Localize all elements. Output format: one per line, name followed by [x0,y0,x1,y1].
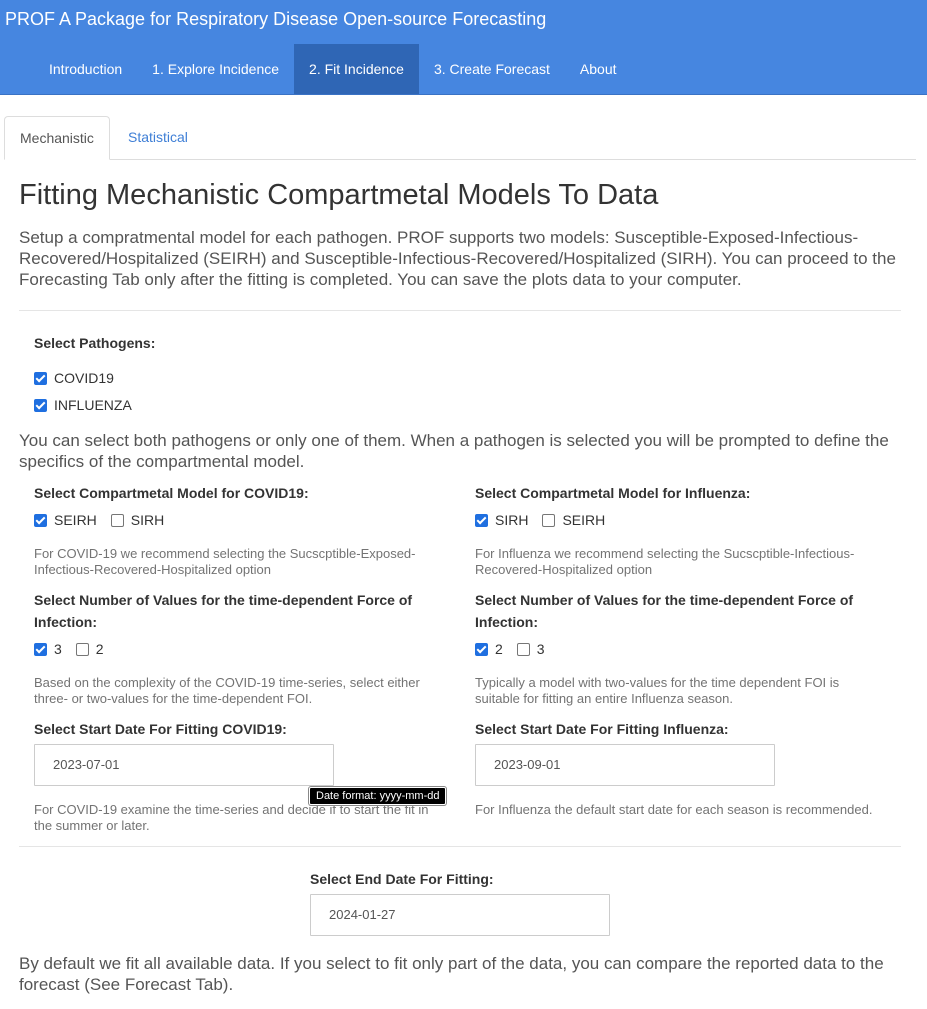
checkbox-2[interactable] [475,642,488,656]
covid-foi-option-2[interactable]: 2 [75,641,104,657]
nav-create-forecast[interactable]: 3. Create Forecast [419,44,565,94]
checkbox-covid19[interactable] [34,371,47,385]
end-date-note: By default we fit all available data. If… [19,954,884,994]
covid-option-sirh[interactable]: SIRH [110,512,165,528]
main-nav: Introduction 1. Explore Incidence 2. Fit… [34,44,632,94]
pathogen-option-influenza[interactable]: INFLUENZA [34,397,132,413]
flu-model-label: Select Compartmetal Model for Influenza: [475,485,751,501]
nav-explore-incidence[interactable]: 1. Explore Incidence [137,44,294,94]
checkbox-label: SEIRH [54,512,97,528]
pathogens-label: Select Pathogens: [34,335,156,351]
app-header: PROF A Package for Respiratory Disease O… [0,0,927,95]
flu-option-seirh[interactable]: SEIRH [542,512,605,528]
covid-option-seirh[interactable]: SEIRH [34,512,97,528]
checkbox-seirh[interactable] [34,513,47,527]
covid-model-label: Select Compartmetal Model for COVID19: [34,485,309,501]
date-format-tooltip: Date format: yyyy-mm-dd [309,787,447,805]
flu-start-help: For Influenza the default start date for… [475,802,873,817]
checkbox-3[interactable] [516,642,530,656]
divider [19,310,901,311]
page-title: Fitting Mechanistic Compartmetal Models … [19,179,659,211]
end-date-label: Select End Date For Fitting: [310,871,494,887]
pathogen-option-covid19[interactable]: COVID19 [34,370,114,386]
flu-start-label: Select Start Date For Fitting Influenza: [475,721,729,737]
checkbox-3[interactable] [34,642,47,656]
covid-foi-label: Select Number of Values for the time-dep… [34,592,413,630]
flu-foi-options: 2 3 [475,641,559,657]
checkbox-sirh[interactable] [475,513,488,527]
app-title: PROF A Package for Respiratory Disease O… [5,9,547,29]
covid-start-date-input[interactable]: 2023-07-01 [34,744,334,786]
covid-foi-help: Based on the complexity of the COVID-19 … [34,675,420,706]
divider [19,846,901,847]
covid-start-help: For COVID-19 examine the time-series and… [34,802,429,833]
flu-option-sirh[interactable]: SIRH [475,512,528,528]
checkbox-label: SEIRH [562,512,606,528]
nav-fit-incidence[interactable]: 2. Fit Incidence [294,44,419,94]
tab-mechanistic[interactable]: Mechanistic [4,116,110,160]
nav-introduction[interactable]: Introduction [34,44,137,94]
checkbox-label: COVID19 [54,370,114,386]
checkbox-label: 2 [95,641,104,657]
nav-about[interactable]: About [565,44,632,94]
checkbox-2[interactable] [75,642,89,656]
checkbox-sirh[interactable] [110,513,124,527]
flu-model-help: For Influenza we recommend selecting the… [475,546,855,577]
end-date-input[interactable]: 2024-01-27 [310,894,610,936]
checkbox-influenza[interactable] [34,398,47,412]
flu-foi-label: Select Number of Values for the time-dep… [475,592,854,630]
covid-model-help: For COVID-19 we recommend selecting the … [34,546,416,577]
checkbox-seirh[interactable] [542,513,556,527]
flu-foi-option-3[interactable]: 3 [516,641,545,657]
covid-model-options: SEIRH SIRH [34,512,178,528]
covid-start-label: Select Start Date For Fitting COVID19: [34,721,287,737]
flu-model-options: SIRH SEIRH [475,512,619,528]
checkbox-label: 2 [495,641,503,657]
pathogens-note: You can select both pathogens or only on… [19,431,889,471]
checkbox-label: SIRH [495,512,529,528]
checkbox-label: SIRH [130,512,165,528]
checkbox-label: 3 [536,641,545,657]
flu-start-date-input[interactable]: 2023-09-01 [475,744,775,786]
checkbox-label: 3 [54,641,62,657]
model-tabs: Mechanistic Statistical [4,116,916,160]
page-intro: Setup a compratmental model for each pat… [19,228,896,289]
flu-foi-help: Typically a model with two-values for th… [475,675,840,706]
covid-foi-options: 3 2 [34,641,118,657]
flu-foi-option-2[interactable]: 2 [475,641,503,657]
checkbox-label: INFLUENZA [54,397,132,413]
tab-statistical[interactable]: Statistical [113,116,203,158]
covid-foi-option-3[interactable]: 3 [34,641,62,657]
